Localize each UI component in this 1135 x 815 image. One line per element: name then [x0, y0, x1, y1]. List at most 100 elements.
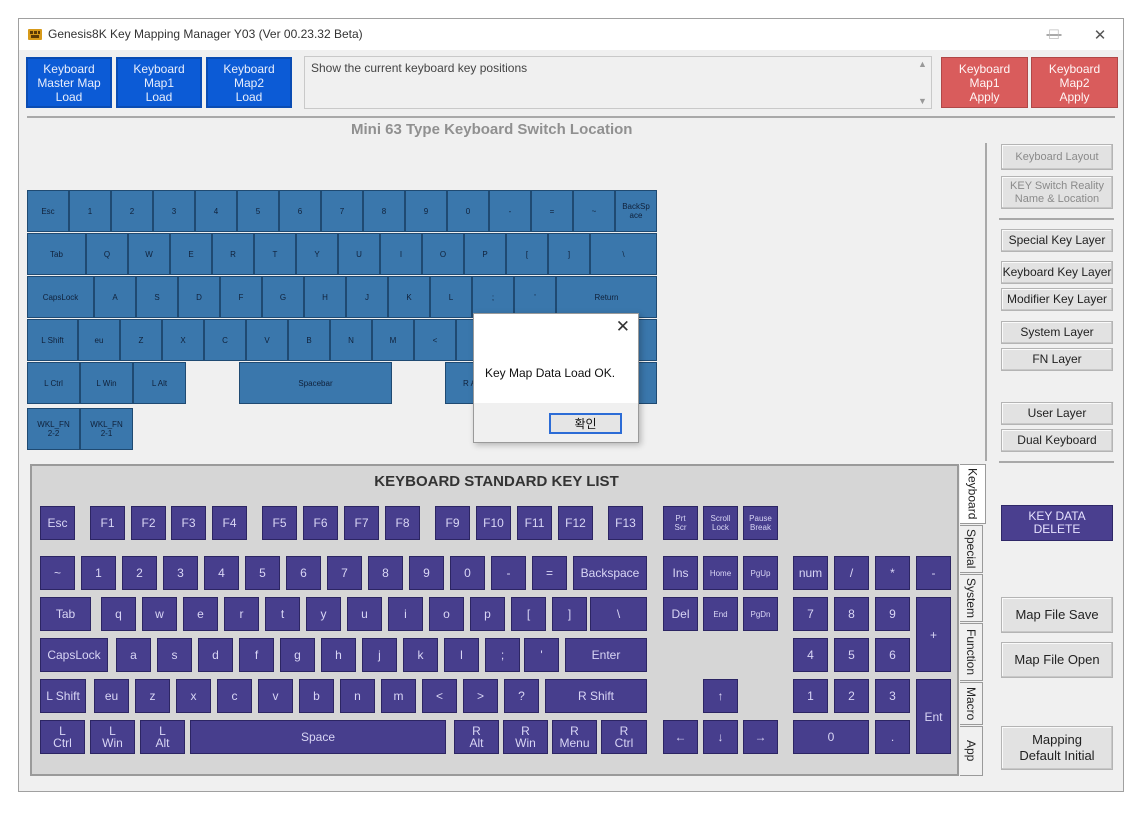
std-key-down[interactable]: ↓	[703, 720, 738, 754]
mini-key-d[interactable]: D	[178, 276, 220, 318]
std-key-semicolon[interactable]: ;	[485, 638, 520, 672]
std-key-f[interactable]: f	[239, 638, 274, 672]
std-key-scroll-lock[interactable]: Scroll Lock	[703, 506, 738, 540]
std-key-r-shift[interactable]: R Shift	[545, 679, 647, 713]
system-layer-button[interactable]: System Layer	[1001, 321, 1113, 344]
mini-key-t[interactable]: T	[254, 233, 296, 275]
std-key-ent[interactable]: Ent	[916, 679, 951, 754]
std-key-d[interactable]: d	[198, 638, 233, 672]
std-key-5[interactable]: 5	[834, 638, 869, 672]
std-key-p[interactable]: p	[470, 597, 505, 631]
map-file-save-button[interactable]: Map File Save	[1001, 597, 1113, 633]
mini-key-n[interactable]: N	[330, 319, 372, 361]
std-key-3[interactable]: 3	[163, 556, 198, 590]
map1-apply-button[interactable]: Keyboard Map1 Apply	[941, 57, 1028, 108]
mini-key-m[interactable]: M	[372, 319, 414, 361]
mini-key-o[interactable]: O	[422, 233, 464, 275]
std-key-plus[interactable]: +	[916, 597, 951, 672]
std-key-enter[interactable]: Enter	[565, 638, 647, 672]
std-key-f1[interactable]: F1	[90, 506, 125, 540]
std-key-r-menu[interactable]: R Menu	[552, 720, 597, 754]
maximize-button[interactable]: ☐	[1031, 19, 1077, 50]
std-key-dot[interactable]: .	[875, 720, 910, 754]
mini-key-return[interactable]: Return	[556, 276, 657, 318]
mini-key-x[interactable]: X	[162, 319, 204, 361]
dialog-ok-button[interactable]: 확인	[549, 413, 622, 434]
std-key-f12[interactable]: F12	[558, 506, 593, 540]
std-key-f2[interactable]: F2	[131, 506, 166, 540]
mini-key-spacebar[interactable]: Spacebar	[239, 362, 392, 404]
mini-key-backsp-ace[interactable]: BackSp ace	[615, 190, 657, 232]
mini-key-g[interactable]: G	[262, 276, 304, 318]
std-key-l-win[interactable]: L Win	[90, 720, 135, 754]
key-data-delete-button[interactable]: KEY DATA DELETE	[1001, 505, 1113, 541]
map2-apply-button[interactable]: Keyboard Map2 Apply	[1031, 57, 1118, 108]
mini-key-minus[interactable]: -	[489, 190, 531, 232]
std-key-eu[interactable]: eu	[94, 679, 129, 713]
std-key-q[interactable]: q	[101, 597, 136, 631]
mini-key-quote[interactable]: '	[514, 276, 556, 318]
mini-key-l-ctrl[interactable]: L Ctrl	[27, 362, 80, 404]
mini-key-tab[interactable]: Tab	[27, 233, 86, 275]
std-key-g[interactable]: g	[280, 638, 315, 672]
dual-keyboard-button[interactable]: Dual Keyboard	[1001, 429, 1113, 452]
std-key-asterisk[interactable]: *	[875, 556, 910, 590]
mini-key-eu[interactable]: eu	[78, 319, 120, 361]
mini-key-capslock[interactable]: CapsLock	[27, 276, 94, 318]
std-key-tilde[interactable]: ~	[40, 556, 75, 590]
std-key-pgup[interactable]: PgUp	[743, 556, 778, 590]
mini-key-p[interactable]: P	[464, 233, 506, 275]
fn-layer-button[interactable]: FN Layer	[1001, 348, 1113, 371]
std-key-f9[interactable]: F9	[435, 506, 470, 540]
mini-key-v[interactable]: V	[246, 319, 288, 361]
std-key-8[interactable]: 8	[834, 597, 869, 631]
std-key-backslash[interactable]: \	[590, 597, 647, 631]
std-key-f10[interactable]: F10	[476, 506, 511, 540]
std-key-home[interactable]: Home	[703, 556, 738, 590]
std-key-l[interactable]: l	[444, 638, 479, 672]
mini-key-5[interactable]: 5	[237, 190, 279, 232]
std-key-1[interactable]: 1	[793, 679, 828, 713]
std-key-quote[interactable]: '	[524, 638, 559, 672]
std-key-9[interactable]: 9	[875, 597, 910, 631]
tab-function[interactable]: Function	[960, 623, 983, 681]
std-key-space[interactable]: Space	[190, 720, 446, 754]
mini-key-z[interactable]: Z	[120, 319, 162, 361]
mini-key-equals[interactable]: =	[531, 190, 573, 232]
std-key-l-alt[interactable]: L Alt	[140, 720, 185, 754]
std-key-c[interactable]: c	[217, 679, 252, 713]
std-key-2[interactable]: 2	[122, 556, 157, 590]
std-key-f13[interactable]: F13	[608, 506, 643, 540]
std-key-e[interactable]: e	[183, 597, 218, 631]
std-key-f11[interactable]: F11	[517, 506, 552, 540]
std-key-r[interactable]: r	[224, 597, 259, 631]
std-key-f8[interactable]: F8	[385, 506, 420, 540]
std-key-y[interactable]: y	[306, 597, 341, 631]
std-key-up[interactable]: ↑	[703, 679, 738, 713]
mini-key-y[interactable]: Y	[296, 233, 338, 275]
mini-key-4[interactable]: 4	[195, 190, 237, 232]
std-key-2[interactable]: 2	[834, 679, 869, 713]
keyboard-layout-button[interactable]: Keyboard Layout	[1001, 144, 1113, 170]
std-key-pgdn[interactable]: PgDn	[743, 597, 778, 631]
std-key-v[interactable]: v	[258, 679, 293, 713]
mini-key-rbracket[interactable]: ]	[548, 233, 590, 275]
std-key-prt-scr[interactable]: Prt Scr	[663, 506, 698, 540]
std-key-r-win[interactable]: R Win	[503, 720, 548, 754]
map1-load-button[interactable]: Keyboard Map1 Load	[116, 57, 202, 108]
std-key-s[interactable]: s	[157, 638, 192, 672]
mini-key-3[interactable]: 3	[153, 190, 195, 232]
mini-key-q[interactable]: Q	[86, 233, 128, 275]
special-key-layer-button[interactable]: Special Key Layer	[1001, 229, 1113, 252]
mini-key-0[interactable]: 0	[447, 190, 489, 232]
std-key-x[interactable]: x	[176, 679, 211, 713]
mini-key-1[interactable]: 1	[69, 190, 111, 232]
std-key-tab[interactable]: Tab	[40, 597, 91, 631]
mini-key-e[interactable]: E	[170, 233, 212, 275]
std-key-f6[interactable]: F6	[303, 506, 338, 540]
map2-load-button[interactable]: Keyboard Map2 Load	[206, 57, 292, 108]
std-key-pause-break[interactable]: Pause Break	[743, 506, 778, 540]
scroll-up-icon[interactable]: ▲	[918, 59, 927, 69]
std-key-0[interactable]: 0	[450, 556, 485, 590]
std-key-6[interactable]: 6	[286, 556, 321, 590]
